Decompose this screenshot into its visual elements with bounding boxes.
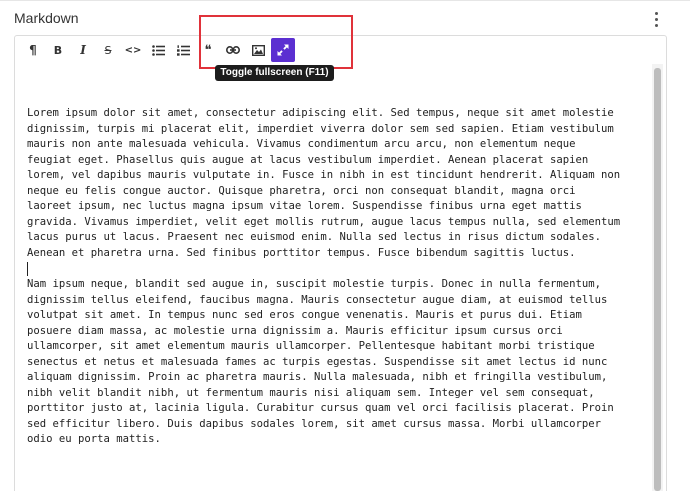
paragraph-line: ullamcorper, sit amet elementum mauris u… [27, 340, 595, 353]
expand-icon [277, 44, 289, 56]
paragraph-line: dignissim, turpis mi placerat elit, impe… [27, 122, 614, 135]
fullscreen-button[interactable] [271, 38, 295, 62]
paragraph-line: feugiat eget. Phasellus quis augue at la… [27, 153, 589, 166]
editor-text-area[interactable]: Lorem ipsum dolor sit amet, consectetur … [27, 106, 649, 448]
image-button[interactable] [246, 38, 270, 62]
bold-icon: B [53, 43, 63, 57]
paragraph-line: neque eu felis congue auctor. Quisque ph… [27, 184, 576, 197]
pilcrow-icon: ¶ [29, 43, 37, 57]
paragraph-line: senectus et netus et malesuada fames ac … [27, 355, 608, 368]
bold-button[interactable]: B [46, 38, 70, 62]
quote-icon: ❝ [204, 42, 212, 58]
paragraph-line: mauris non ante malesuada vehicula. Viva… [27, 138, 576, 151]
section-title: Markdown [14, 10, 79, 26]
paragraph-line: volutpat sit amet. In tempus nunc sed er… [27, 309, 582, 322]
top-divider [0, 0, 690, 1]
italic-button[interactable]: I [71, 38, 95, 62]
paragraph-line: lorem, vel dapibus mauris vulputate in. … [27, 169, 621, 182]
heading-button[interactable]: ¶ [21, 38, 45, 62]
blockquote-button[interactable]: ❝ [196, 38, 220, 62]
paragraph-line: odio eu porta mattis. [27, 433, 161, 446]
paragraph-line: sed efficitur libero. Duis dapibus sodal… [27, 417, 602, 430]
markdown-editor-page: Markdown ¶ B I S <> ❝ Toggle fullscreen … [0, 0, 690, 491]
code-button[interactable]: <> [121, 38, 145, 62]
strikethrough-icon: S [104, 43, 112, 57]
image-icon [251, 44, 265, 56]
paragraph-line: laoreet ipsum, nec luctus magna ipsum vi… [27, 200, 582, 213]
bulleted-list-button[interactable] [146, 38, 170, 62]
link-icon [226, 46, 240, 54]
link-button[interactable] [221, 38, 245, 62]
strikethrough-button[interactable]: S [96, 38, 120, 62]
italic-icon: I [80, 43, 86, 57]
paragraph-line: nibh velit blandit nibh, ut fermentum ma… [27, 386, 595, 399]
numbered-list-button[interactable] [171, 38, 195, 62]
paragraph-line: posuere diam massa, ac molestie urna dig… [27, 324, 563, 337]
paragraph-line: Lorem ipsum dolor sit amet, consectetur … [27, 107, 614, 119]
paragraph-line: lacus purus ut lacus. Praesent nec euism… [27, 231, 602, 244]
paragraph-line: porttitor justo at, lacinia ligula. Cura… [27, 402, 614, 415]
paragraph-line: gravida. Vivamus imperdiet, velit eget m… [27, 215, 621, 228]
paragraph-line: dignissim tellus eleifend, faucibus magn… [27, 293, 608, 306]
kebab-vertical-icon[interactable] [648, 9, 664, 29]
text-caret [27, 262, 28, 277]
bulleted-list-icon [151, 44, 165, 56]
editor-toolbar: ¶ B I S <> ❝ [15, 36, 672, 64]
paragraph-line: Aenean et pharetra urna. Sed finibus por… [27, 246, 576, 259]
code-icon: <> [124, 44, 142, 56]
blank-line [27, 261, 649, 277]
paragraph-line: aliquam dignissim. Proin ac pharetra mau… [27, 371, 608, 384]
numbered-list-icon [176, 44, 190, 56]
paragraph-line: Nam ipsum neque, blandit sed augue in, s… [27, 278, 602, 291]
fullscreen-tooltip: Toggle fullscreen (F11) [215, 65, 334, 81]
scrollbar-thumb[interactable] [654, 68, 661, 491]
